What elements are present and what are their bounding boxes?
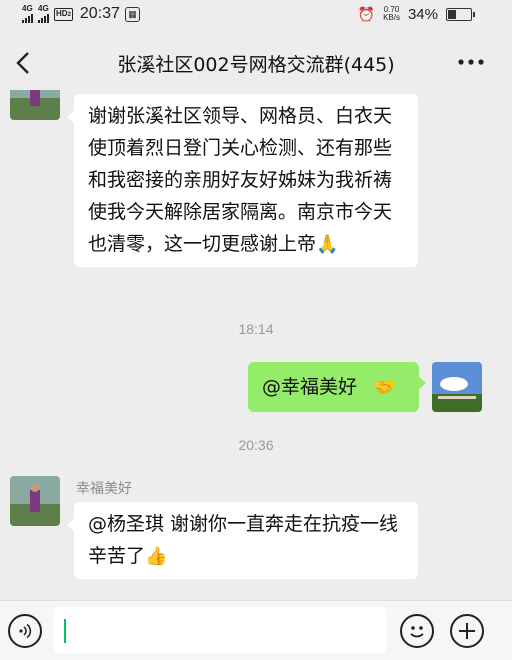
text-caret — [64, 619, 66, 643]
input-bar — [0, 600, 512, 660]
hd-index: 2 — [67, 11, 71, 18]
network-type-2: 4G — [38, 4, 49, 13]
avatar-self[interactable] — [432, 362, 482, 412]
message-list[interactable]: 谢谢张溪社区领导、网格员、白衣天使顶着烈日登门关心检测、还有那些和我密接的亲朋好… — [0, 90, 512, 600]
speed-unit: KB/s — [383, 13, 400, 22]
timestamp: 18:14 — [238, 321, 274, 337]
thumbs-up-emoji-icon: 👍 — [145, 546, 168, 567]
more-dots-icon — [458, 59, 484, 65]
emoji-button[interactable] — [400, 614, 434, 648]
alarm-clock-icon: ⏰ — [357, 5, 376, 22]
clock: 20:37 — [79, 5, 120, 22]
handshake-emoji-icon: 🤝 — [373, 377, 396, 398]
status-left: 4G 4G HD2 20:37 ▦ — [22, 4, 140, 24]
message-bubble-outgoing[interactable]: @幸福美好 🤝 — [248, 362, 426, 412]
avatar[interactable] — [10, 90, 60, 120]
plus-icon — [459, 623, 475, 639]
voice-button[interactable] — [8, 614, 42, 648]
avatar-image — [432, 362, 482, 412]
hd-icon: HD2 — [54, 7, 73, 21]
message-bubble[interactable]: 谢谢张溪社区领导、网格员、白衣天使顶着烈日登门关心检测、还有那些和我密接的亲朋好… — [67, 94, 418, 267]
chevron-left-icon — [16, 52, 29, 74]
back-button[interactable] — [8, 48, 38, 78]
emoji-icon — [410, 626, 424, 638]
pray-emoji-icon: 🙏 — [316, 234, 339, 255]
signal-bars-icon — [38, 13, 49, 23]
plus-button[interactable] — [450, 614, 484, 648]
battery-percent: 34% — [407, 5, 438, 23]
timestamp: 20:36 — [238, 437, 274, 453]
more-button[interactable] — [458, 50, 484, 70]
message-bubble[interactable]: @杨圣琪 谢谢你一直奔走在抗疫一线辛苦了👍 — [67, 502, 418, 579]
battery-icon — [446, 7, 475, 21]
voice-icon — [19, 623, 32, 639]
signal-bars-icon — [22, 13, 33, 23]
chat-header: 张溪社区002号网格交流群(445) — [0, 38, 512, 90]
message-text: 谢谢张溪社区领导、网格员、白衣天使顶着烈日登门关心检测、还有那些和我密接的亲朋好… — [88, 105, 393, 255]
avatar-image — [10, 476, 60, 526]
signal-2: 4G — [38, 5, 49, 23]
signal-1: 4G — [22, 5, 33, 23]
network-speed: 0.70 KB/s — [383, 6, 400, 22]
status-bar: 4G 4G HD2 20:37 ▦ ⏰ 0.70 KB/s 34% — [0, 0, 512, 30]
status-right: ⏰ 0.70 KB/s 34% — [357, 4, 475, 24]
chat-title: 张溪社区002号网格交流群(445) — [117, 54, 395, 76]
message-text: @杨圣琪 谢谢你一直奔走在抗疫一线辛苦了 — [88, 513, 399, 567]
sender-name: 幸福美好 — [76, 481, 132, 497]
network-type-1: 4G — [22, 4, 33, 13]
message-input[interactable] — [54, 607, 386, 653]
avatar-image — [10, 90, 60, 120]
avatar[interactable] — [10, 476, 60, 526]
message-text: @幸福美好 — [262, 376, 358, 398]
hd-label: HD — [56, 8, 68, 18]
image-icon: ▦ — [124, 6, 140, 22]
